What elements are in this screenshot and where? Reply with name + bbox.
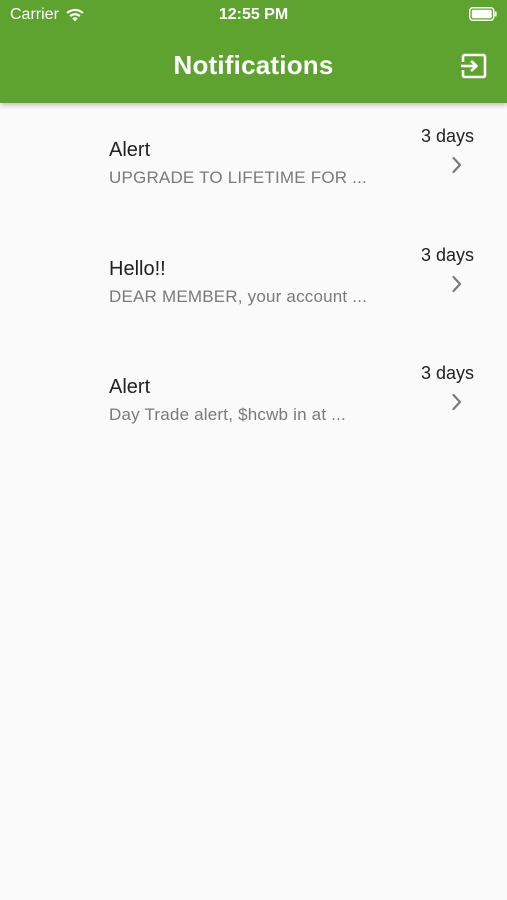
logout-button[interactable]: [459, 51, 489, 81]
logout-icon: [461, 53, 487, 79]
notification-preview: Day Trade alert, $hcwb in at ...: [109, 405, 346, 424]
notification-item[interactable]: Alert Day Trade alert, $hcwb in at ... 3…: [0, 340, 507, 459]
status-time: 12:55 PM: [218, 6, 289, 23]
notification-time: 3 days: [420, 126, 474, 146]
notification-item[interactable]: Alert UPGRADE TO LIFETIME FOR ... 3 days: [0, 103, 507, 222]
page-title: Notifications: [173, 50, 334, 80]
status-bar: Carrier 12:55 PM: [0, 0, 507, 30]
chevron-right-icon: [452, 275, 462, 292]
app-header: Carrier 12:55 PM Notifications: [0, 0, 507, 103]
notifications-list: Alert UPGRADE TO LIFETIME FOR ... 3 days…: [0, 103, 507, 459]
notification-preview: UPGRADE TO LIFETIME FOR ...: [109, 168, 367, 187]
notification-preview: DEAR MEMBER, your account ...: [109, 286, 368, 306]
notification-time: 3 days: [420, 244, 474, 265]
notification-item[interactable]: Hello!! DEAR MEMBER, your account ... 3 …: [0, 222, 507, 341]
notification-time: 3 days: [420, 363, 474, 383]
chevron-right-icon: [452, 393, 462, 411]
notification-title: Alert: [109, 376, 151, 398]
notification-title: Alert: [109, 139, 151, 161]
chevron-right-icon: [452, 156, 462, 174]
battery-icon: [469, 7, 497, 21]
notification-title: Hello!!: [109, 257, 166, 280]
